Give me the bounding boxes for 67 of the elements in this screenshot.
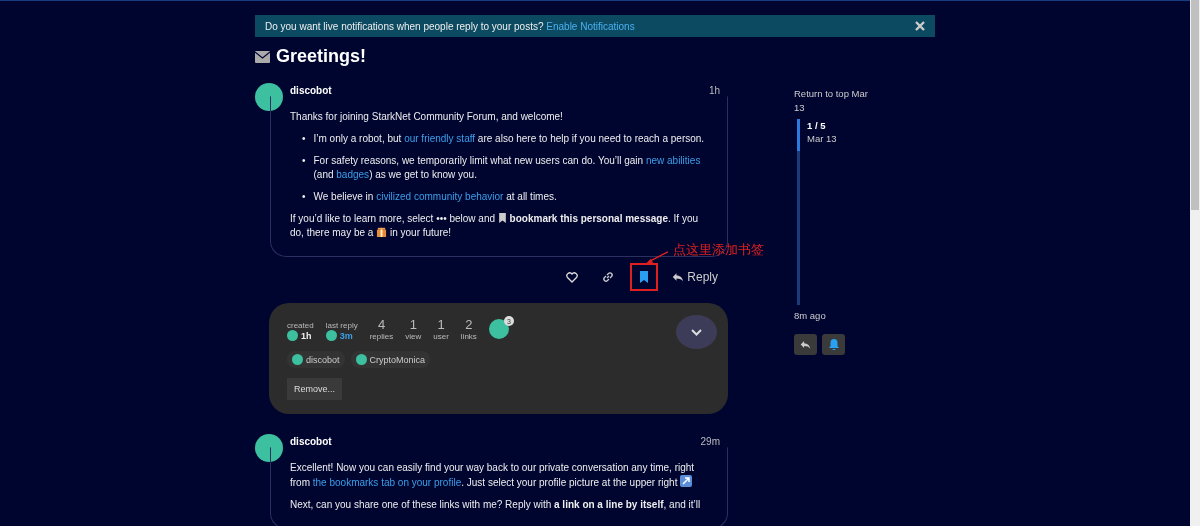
notifications-button[interactable] (822, 334, 845, 355)
arrow-icon (680, 475, 693, 487)
timeline-handle[interactable] (797, 119, 800, 151)
remove-button[interactable]: Remove... (287, 378, 342, 400)
enable-notifications-link[interactable]: Enable Notifications (546, 20, 635, 32)
last-activity: 8m ago (794, 310, 827, 321)
avatar (355, 354, 367, 365)
stat-number: 1 (437, 317, 445, 332)
author-name[interactable]: discobot (290, 85, 702, 96)
annotation-text: 点这里添加书签 (673, 241, 764, 259)
stat-value: 1h (301, 330, 312, 341)
avatar[interactable] (488, 319, 509, 339)
topic-title: Greetings! (276, 46, 367, 67)
list-item: We believe in civilized community behavior at all times. (313, 190, 557, 204)
stat-label: user (433, 332, 449, 341)
participant-chip[interactable]: CryptoMonica (350, 351, 431, 368)
stat-number: 4 (377, 317, 386, 332)
post-position: 1 / 5 (807, 119, 827, 132)
participant-chip[interactable]: discobot (287, 351, 345, 368)
inline-link[interactable]: our friendly staff (404, 133, 476, 144)
list-item: For safety reasons, we temporarily limit what new users can do. You’ll gain new abilities (and badges) as we get to know you. (313, 154, 702, 182)
paragraph: If you’d like to learn more, select ••• below and bookmark this personal message. If you do, there may be a in your future! (290, 212, 699, 240)
bookmark-icon (639, 271, 650, 283)
avatar[interactable] (255, 434, 283, 462)
avatar (292, 354, 303, 365)
stat-label: view (405, 332, 422, 341)
bookmark-button[interactable] (630, 263, 659, 291)
stat-label: replies (369, 332, 394, 341)
bullet-marker: • (302, 190, 306, 204)
close-icon (915, 21, 925, 31)
bullet-marker: • (302, 154, 306, 168)
post-time: 29m (700, 436, 720, 447)
stat-number: 2 (465, 317, 473, 332)
scrollbar-thumb[interactable] (1191, 0, 1199, 210)
stat-label: created (287, 321, 314, 330)
paragraph: Next, can you share one of these links with me? Reply with a link on a line by itself, and it’ll (290, 498, 702, 512)
stat-label: last reply (325, 321, 358, 330)
avatar[interactable] (255, 83, 283, 111)
gift-icon (376, 226, 388, 237)
bullet-marker: • (302, 132, 306, 146)
chevron-down-icon (691, 328, 702, 336)
reply-icon (672, 271, 685, 283)
reply-button[interactable] (794, 334, 817, 355)
avatar (325, 330, 337, 341)
scrollbar[interactable] (1190, 0, 1200, 526)
list-item: I’m only a robot, but our friendly staff are also here to help if you need to reach a person. (313, 132, 705, 146)
envelope-icon (255, 50, 270, 63)
expand-button[interactable] (676, 315, 717, 349)
bookmark-icon (497, 213, 507, 223)
inline-link[interactable]: new abilities (645, 155, 701, 166)
stat-number: 1 (409, 317, 417, 332)
link-icon (602, 271, 615, 283)
inline-link[interactable]: civilized community behavior (376, 191, 504, 202)
bell-icon (828, 339, 839, 350)
reply-icon (800, 339, 811, 350)
heart-icon (566, 271, 579, 283)
return-to-top-link[interactable]: Return to top Mar 13 (794, 87, 874, 115)
reply-button[interactable]: Reply (666, 269, 724, 285)
post-time: 1h (708, 85, 720, 96)
paragraph: Thanks for joining StarkNet Community Forum, and welcome! (290, 110, 564, 124)
stat-value: 3m (339, 330, 353, 341)
banner-text: Do you want live notifications when people reply to your posts? Enable Notifications (265, 20, 635, 32)
post-date: Mar 13 (807, 132, 837, 145)
paragraph: Excellent! Now you can easily find your way back to our private conversation any time, right from the bookmarks tab on your profile. Just select your profile picture at the upper right (290, 461, 696, 490)
author-name[interactable]: discobot (290, 436, 694, 447)
stat-label: links (460, 332, 477, 341)
avatar (287, 330, 298, 341)
